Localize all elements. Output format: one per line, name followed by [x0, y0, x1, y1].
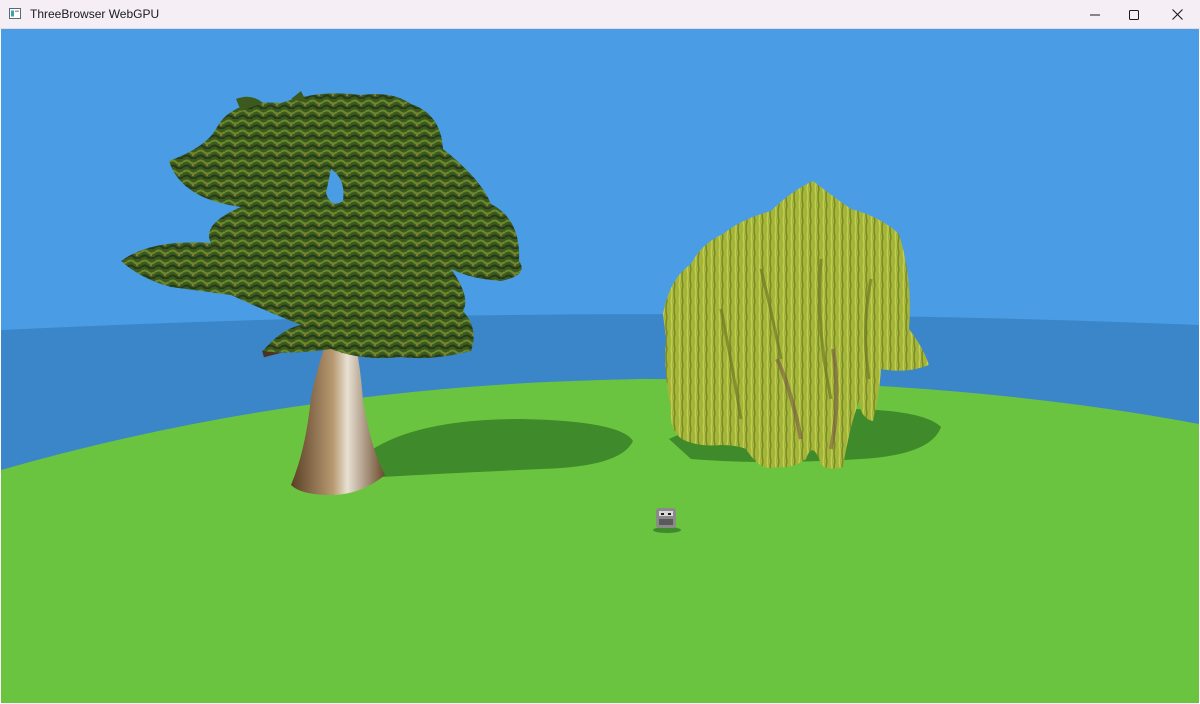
- maximize-icon: [1129, 9, 1139, 20]
- app-icon: [9, 8, 21, 19]
- scene-render: [1, 29, 1199, 703]
- title-bar[interactable]: ThreeBrowser WebGPU: [0, 0, 1200, 29]
- close-button[interactable]: [1154, 0, 1200, 29]
- minimize-icon: [1090, 14, 1100, 15]
- window-title: ThreeBrowser WebGPU: [30, 7, 160, 21]
- maximize-button[interactable]: [1111, 0, 1157, 29]
- close-icon: [1171, 9, 1183, 20]
- webgpu-canvas[interactable]: [1, 29, 1199, 703]
- app-window: ThreeBrowser WebGPU: [0, 0, 1200, 704]
